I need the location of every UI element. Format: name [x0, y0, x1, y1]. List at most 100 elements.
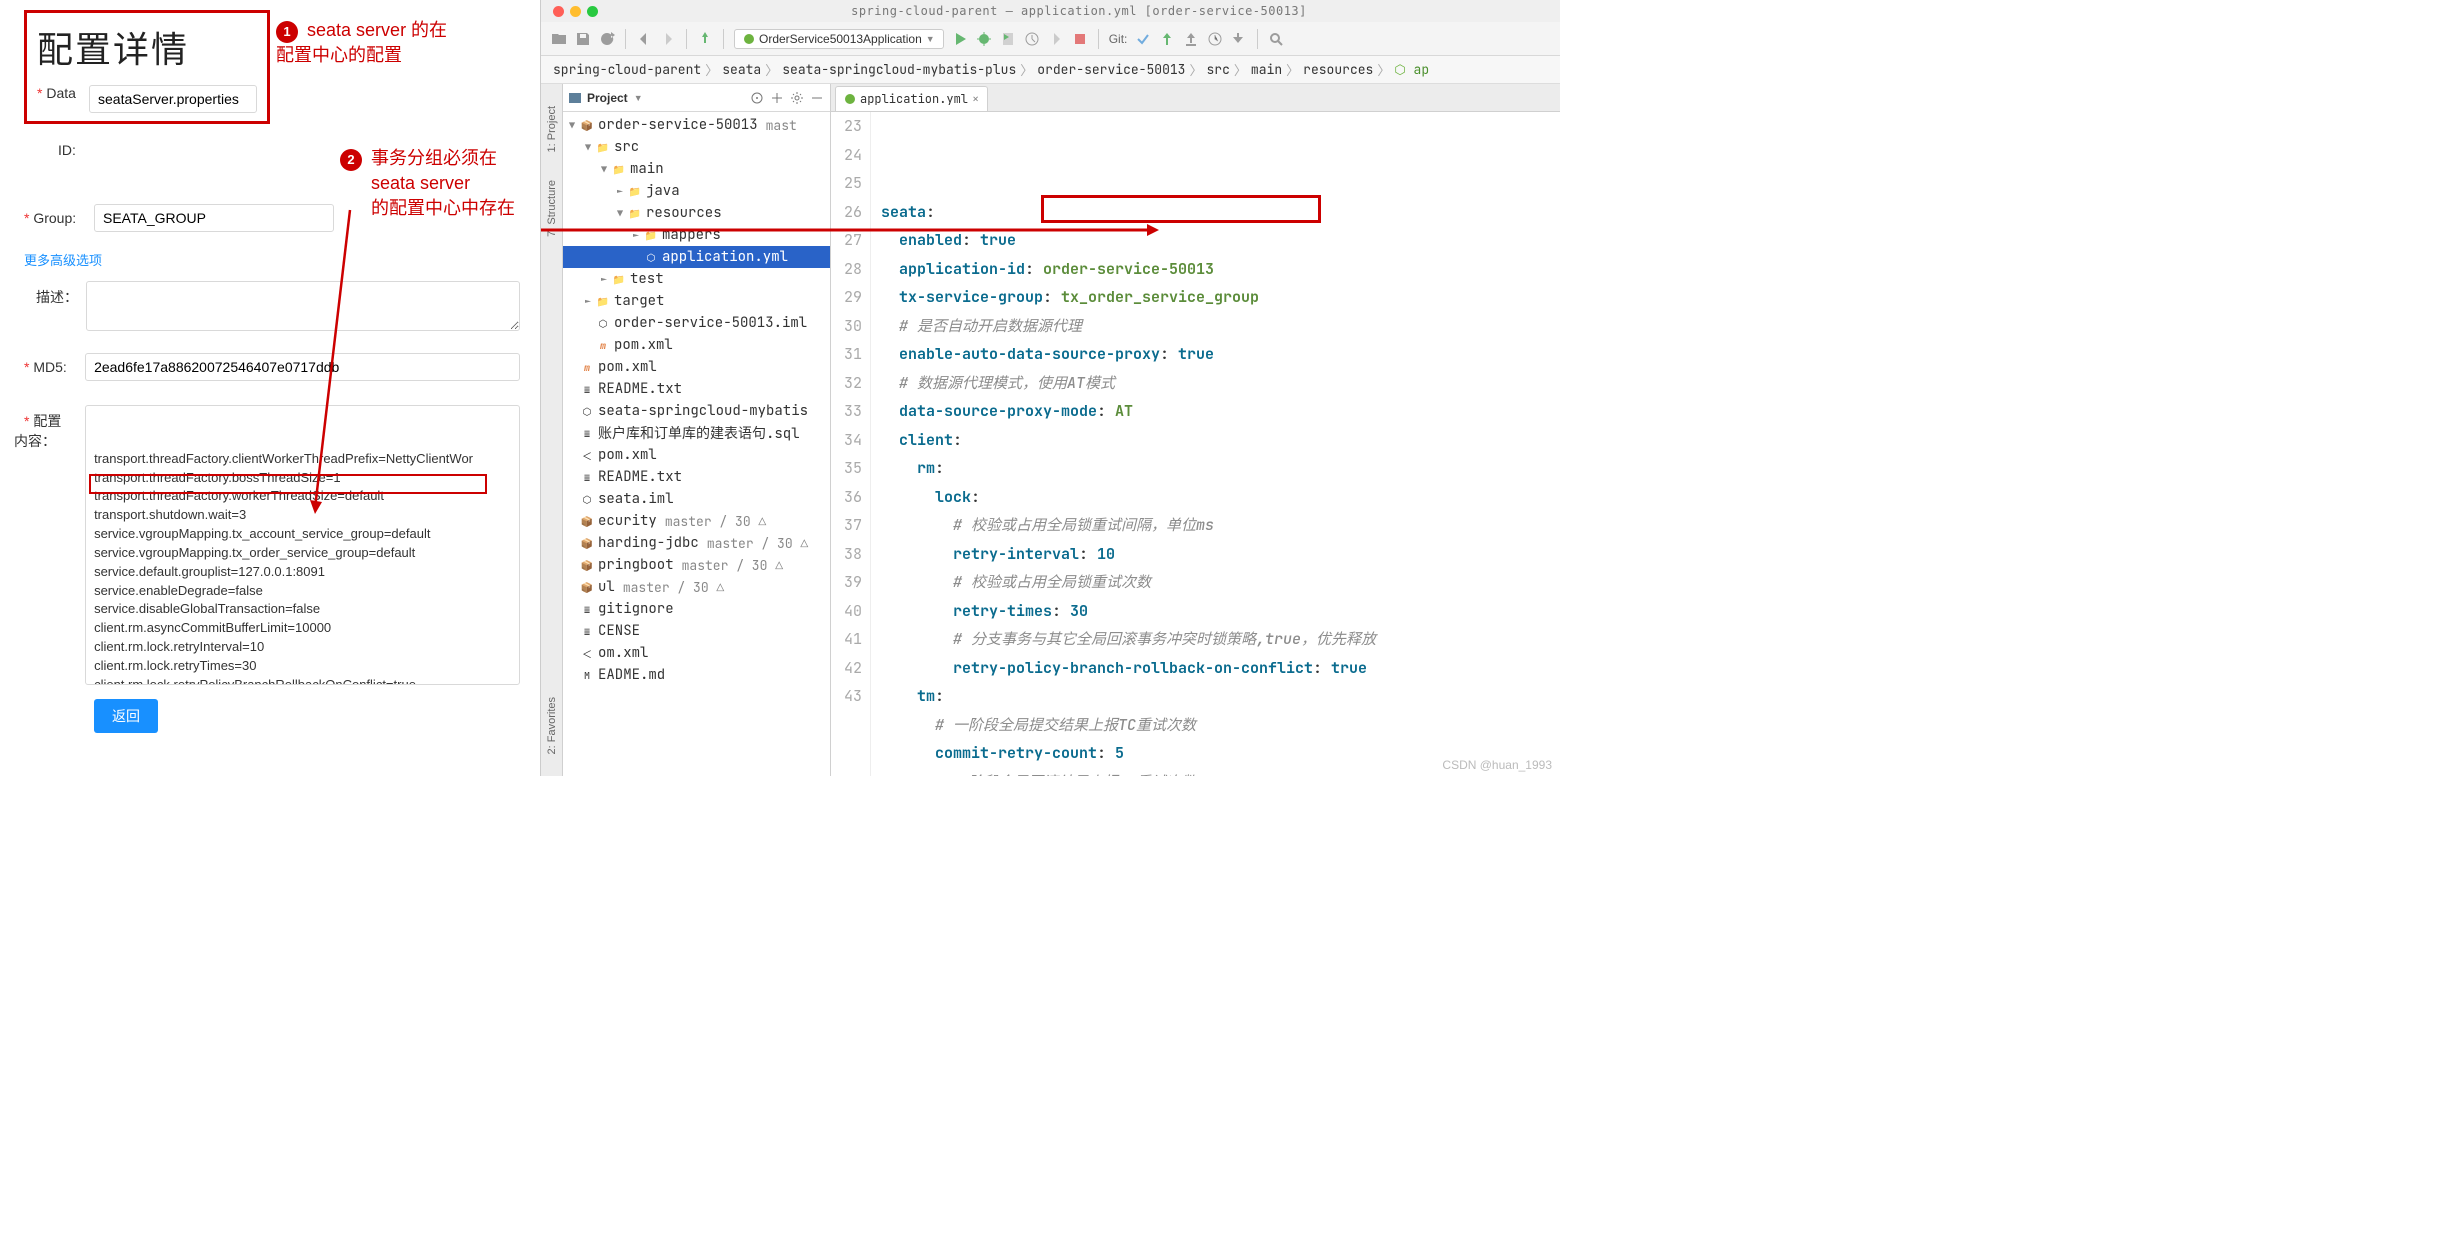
debug-icon[interactable]: [976, 31, 992, 47]
tree-node[interactable]: ≣README.txt: [563, 466, 830, 488]
project-tree[interactable]: ▼📦order-service-50013mast▼📁src▼📁main►📁ja…: [563, 112, 830, 776]
collapse-icon[interactable]: [810, 91, 824, 105]
sql-icon: ≣: [579, 426, 595, 440]
back-icon[interactable]: [636, 31, 652, 47]
expand-icon[interactable]: [770, 91, 784, 105]
close-icon[interactable]: [553, 6, 564, 17]
sidebar-tab-favorites[interactable]: 2: Favorites: [544, 695, 560, 756]
md5-input[interactable]: [85, 353, 520, 381]
line-gutter: 23 24 25 26 27 28 29 30 31 32 33 34 35 3…: [831, 112, 871, 776]
tree-node[interactable]: ▼📁main: [563, 158, 830, 180]
tree-node[interactable]: ►📁test: [563, 268, 830, 290]
breadcrumb-item[interactable]: spring-cloud-parent: [549, 61, 705, 78]
tree-node[interactable]: ＜pom.xml: [563, 444, 830, 466]
tree-node[interactable]: ►📁java: [563, 180, 830, 202]
coverage-icon[interactable]: [1000, 31, 1016, 47]
content-textarea[interactable]: transport.threadFactory.clientWorkerThre…: [85, 405, 520, 685]
code-lines[interactable]: seata: enabled: true application-id: ord…: [871, 112, 1560, 776]
project-header-title: Project: [587, 91, 628, 105]
tree-node[interactable]: 📦ecuritymaster / 30 △: [563, 510, 830, 532]
dir-icon: 📁: [627, 184, 643, 198]
iml-icon: ⬡: [579, 404, 595, 418]
save-icon[interactable]: [575, 31, 591, 47]
chevron-down-icon[interactable]: ▼: [634, 93, 643, 103]
txt-icon: ≣: [579, 602, 595, 616]
data-input[interactable]: [89, 85, 257, 113]
tree-node[interactable]: ►📁mappers: [563, 224, 830, 246]
tree-node[interactable]: MEADME.md: [563, 664, 830, 686]
tree-node[interactable]: ▼📁src: [563, 136, 830, 158]
forward-icon[interactable]: [660, 31, 676, 47]
group-input[interactable]: [94, 204, 334, 232]
tree-node[interactable]: ⬡order-service-50013.iml: [563, 312, 830, 334]
run-icon[interactable]: [952, 31, 968, 47]
file-tab-application-yml[interactable]: application.yml ×: [835, 86, 988, 111]
tool-window-bar: 1: Project 7: Structure 2: Favorites: [541, 84, 563, 776]
tree-node[interactable]: ≣README.txt: [563, 378, 830, 400]
tree-node[interactable]: 📦ulmaster / 30 △: [563, 576, 830, 598]
git-push-icon[interactable]: [1183, 31, 1199, 47]
label-data: Data: [37, 79, 89, 101]
tree-node[interactable]: ▼📦order-service-50013mast: [563, 114, 830, 136]
minimize-icon[interactable]: [570, 6, 581, 17]
tree-node[interactable]: ≣账户库和订单库的建表语句.sql: [563, 422, 830, 444]
spring-icon: [844, 93, 856, 105]
label-md5: MD5:: [24, 353, 85, 375]
tree-node[interactable]: ⬡application.yml: [563, 246, 830, 268]
tgt-icon: 📁: [595, 294, 611, 308]
tree-node[interactable]: ≣gitignore: [563, 598, 830, 620]
txt-icon: ≣: [579, 470, 595, 484]
highlight-tx-service-group: [1041, 195, 1321, 223]
watermark: CSDN @huan_1993: [1442, 758, 1552, 772]
sidebar-tab-project[interactable]: 1: Project: [544, 104, 560, 154]
profile-icon[interactable]: [1024, 31, 1040, 47]
locate-icon[interactable]: [750, 91, 764, 105]
sidebar-tab-structure[interactable]: 7: Structure: [544, 178, 560, 239]
tree-node[interactable]: ▼📁resources: [563, 202, 830, 224]
tree-node[interactable]: ＜om.xml: [563, 642, 830, 664]
git-history-icon[interactable]: [1207, 31, 1223, 47]
close-icon[interactable]: ×: [972, 91, 979, 107]
return-button[interactable]: 返回: [94, 699, 158, 733]
title-box: 配置详情 Data: [24, 10, 270, 124]
editor-tab-bar: application.yml ×: [831, 84, 1560, 112]
page-title: 配置详情: [37, 21, 257, 73]
dir-icon: 📁: [627, 206, 643, 220]
window-title: spring-cloud-parent – application.yml [o…: [598, 4, 1560, 18]
tree-node[interactable]: mpom.xml: [563, 334, 830, 356]
annotation-2: 2 事务分组必须在 seata server 的配置中心中存在: [340, 146, 515, 222]
breadcrumb-item[interactable]: seata: [718, 61, 765, 78]
git-revert-icon[interactable]: [1231, 31, 1247, 47]
code-area[interactable]: 23 24 25 26 27 28 29 30 31 32 33 34 35 3…: [831, 112, 1560, 776]
breadcrumb-item[interactable]: main: [1247, 61, 1286, 78]
breadcrumb-item[interactable]: order-service-50013: [1033, 61, 1189, 78]
breadcrumb-item[interactable]: src: [1203, 61, 1234, 78]
config-form-panel: 配置详情 Data 1 seata server 的在 配置中心的配置 ID: …: [0, 0, 540, 776]
tree-node[interactable]: ⬡seata.iml: [563, 488, 830, 510]
breadcrumb-item[interactable]: seata-springcloud-mybatis-plus: [778, 61, 1020, 78]
tree-node[interactable]: ⬡seata-springcloud-mybatis: [563, 400, 830, 422]
refresh-icon[interactable]: [599, 31, 615, 47]
breadcrumb-item[interactable]: resources: [1299, 61, 1377, 78]
stop-icon[interactable]: [1072, 31, 1088, 47]
git-commit-icon[interactable]: [1159, 31, 1175, 47]
tree-node[interactable]: 📦harding-jdbcmaster / 30 △: [563, 532, 830, 554]
attach-icon[interactable]: [1048, 31, 1064, 47]
breadcrumb-item[interactable]: ⬡ ap: [1390, 61, 1433, 78]
search-icon[interactable]: [1268, 31, 1284, 47]
tree-node[interactable]: ►📁target: [563, 290, 830, 312]
maximize-icon[interactable]: [587, 6, 598, 17]
tree-node[interactable]: 📦pringbootmaster / 30 △: [563, 554, 830, 576]
tree-node[interactable]: ≣CENSE: [563, 620, 830, 642]
run-config-selector[interactable]: OrderService50013Application ▼: [734, 29, 944, 49]
yml-icon: ⬡: [643, 250, 659, 264]
gear-icon[interactable]: [790, 91, 804, 105]
open-icon[interactable]: [551, 31, 567, 47]
build-icon[interactable]: [697, 31, 713, 47]
mod-icon: 📦: [579, 514, 595, 528]
desc-textarea[interactable]: [86, 281, 520, 331]
tree-node[interactable]: mpom.xml: [563, 356, 830, 378]
more-options-link[interactable]: 更多高级选项: [24, 250, 520, 269]
dir-icon: 📁: [611, 162, 627, 176]
git-update-icon[interactable]: [1135, 31, 1151, 47]
